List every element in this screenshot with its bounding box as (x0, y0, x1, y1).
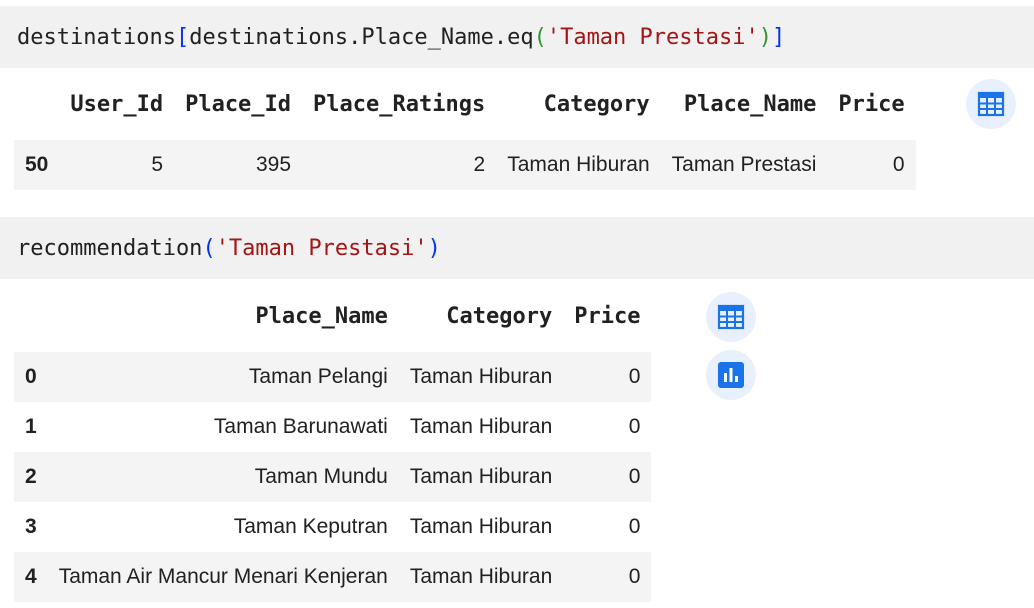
table-cell: Taman Air Mancur Menari Kenjeran (47, 552, 399, 602)
column-header-place-id: Place_Id (174, 69, 303, 140)
table-cell: Taman Hiburan (398, 452, 564, 502)
table-cell: 0 (563, 552, 652, 602)
code-token: ( (533, 24, 547, 50)
row-index: 50 (14, 140, 60, 190)
table-cell: Taman Hiburan (398, 502, 564, 552)
index-header (14, 69, 60, 140)
code-token: [ (175, 24, 190, 50)
table-cell: Taman Prestasi (660, 140, 828, 190)
table-view-icon (977, 91, 1005, 117)
table-cell: 5 (59, 140, 175, 190)
table-row: 2 Taman Mundu Taman Hiburan 0 (14, 452, 652, 502)
code-token: ] (772, 24, 786, 50)
table-row: 3 Taman Keputran Taman Hiburan 0 (14, 502, 652, 552)
row-index: 2 (14, 452, 48, 502)
row-index: 3 (14, 502, 48, 552)
convert-to-interactive-table-button[interactable] (966, 79, 1016, 129)
bar-chart-icon (718, 362, 744, 388)
suggest-charts-button[interactable] (706, 350, 756, 400)
header-row: User_Id Place_Id Place_Ratings Category … (14, 69, 916, 140)
code-token: ) (758, 24, 772, 50)
code-cell-1[interactable]: destinations[destinations.Place_Name.eq(… (0, 6, 1034, 68)
column-header-price: Price (827, 69, 916, 140)
index-header (14, 281, 48, 352)
table-cell: 0 (563, 352, 652, 402)
dataframe-output-1: User_Id Place_Id Place_Ratings Category … (14, 69, 916, 190)
table-cell: 2 (302, 140, 497, 190)
row-index: 0 (14, 352, 48, 402)
table-row: 4 Taman Air Mancur Menari Kenjeran Taman… (14, 552, 652, 602)
table-cell: 0 (563, 502, 652, 552)
table-cell: Taman Hiburan (398, 402, 564, 452)
column-header-place-ratings: Place_Ratings (302, 69, 497, 140)
table-row: 1 Taman Barunawati Taman Hiburan 0 (14, 402, 652, 452)
code-token: recommendation (17, 235, 203, 261)
table-row: 50 5 395 2 Taman Hiburan Taman Prestasi … (14, 140, 916, 190)
dataframe-output-2: Place_Name Category Price 0 Taman Pelang… (14, 281, 652, 602)
table-cell: Taman Keputran (47, 502, 399, 552)
code-token: ) (427, 235, 441, 261)
column-header-place-name: Place_Name (660, 69, 828, 140)
code-token: destinations (17, 24, 176, 50)
code-string: 'Taman Prestasi' (215, 235, 428, 261)
column-header-category: Category (398, 281, 564, 352)
table-cell: Taman Mundu (47, 452, 399, 502)
row-index: 1 (14, 402, 48, 452)
code-token: destinations.Place_Name.eq (189, 24, 534, 50)
code-string: 'Taman Prestasi' (546, 24, 759, 50)
code-token: ( (202, 235, 216, 261)
table-cell: 0 (563, 402, 652, 452)
table-cell: Taman Hiburan (398, 352, 564, 402)
table-row: 0 Taman Pelangi Taman Hiburan 0 (14, 352, 652, 402)
table-view-icon (717, 304, 745, 330)
column-header-place-name: Place_Name (47, 281, 399, 352)
table-cell: 395 (174, 140, 303, 190)
code-cell-2[interactable]: recommendation('Taman Prestasi') (0, 217, 1034, 279)
table-cell: 0 (827, 140, 916, 190)
table-cell: Taman Pelangi (47, 352, 399, 402)
column-header-category: Category (496, 69, 661, 140)
table-cell: 0 (563, 452, 652, 502)
header-row: Place_Name Category Price (14, 281, 652, 352)
table-cell: Taman Hiburan (398, 552, 564, 602)
table-cell: Taman Hiburan (496, 140, 661, 190)
row-index: 4 (14, 552, 48, 602)
convert-to-interactive-table-button[interactable] (706, 292, 756, 342)
table-cell: Taman Barunawati (47, 402, 399, 452)
column-header-price: Price (563, 281, 652, 352)
column-header-user-id: User_Id (59, 69, 175, 140)
